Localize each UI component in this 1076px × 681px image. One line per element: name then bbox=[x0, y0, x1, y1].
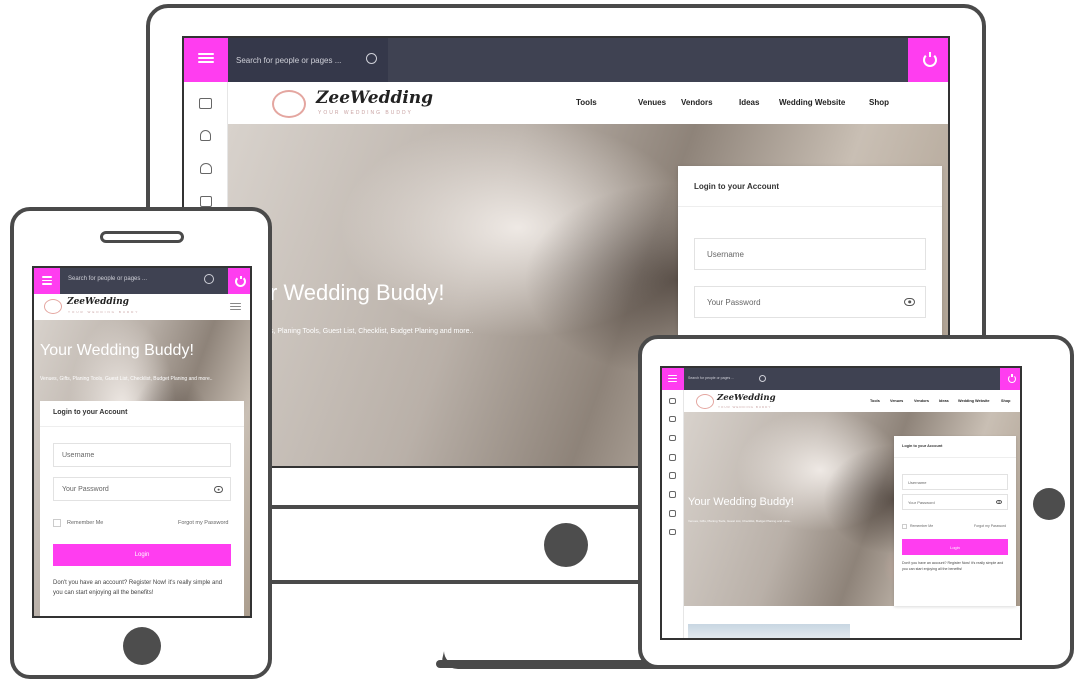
phone-logout-button[interactable] bbox=[228, 268, 250, 294]
password-input[interactable]: Your Password bbox=[53, 477, 231, 501]
logo-rings-icon bbox=[44, 299, 62, 314]
hero-title: r Wedding Buddy! bbox=[270, 280, 445, 305]
logout-button[interactable] bbox=[908, 38, 948, 82]
phone-menu-button[interactable] bbox=[34, 268, 60, 294]
site-header: ZeeWedding YOUR WEDDING BUDDY Tools Venu… bbox=[228, 82, 948, 124]
calendar-icon[interactable] bbox=[669, 472, 676, 479]
monitor-power-button[interactable] bbox=[544, 523, 588, 567]
tablet-content-preview bbox=[688, 624, 850, 638]
phone-search-input[interactable]: Search for people or pages ... bbox=[68, 276, 147, 282]
power-icon bbox=[235, 276, 246, 287]
main-nav: Tools Venues Vendors Ideas Wedding Websi… bbox=[576, 98, 889, 107]
power-icon bbox=[923, 53, 937, 67]
tablet-home-button[interactable] bbox=[1033, 488, 1065, 520]
users-icon[interactable] bbox=[669, 435, 676, 441]
password-input[interactable]: Your Password bbox=[902, 494, 1008, 510]
hero-subtitle: s, Planing Tools, Guest List, Checklist,… bbox=[270, 328, 474, 335]
remember-checkbox[interactable] bbox=[53, 519, 61, 527]
tablet-login-card: Login to your Account Username Your Pass… bbox=[894, 436, 1016, 606]
tablet-header: ZeeWedding YOUR WEDDING BUDDY Tools Venu… bbox=[684, 390, 1020, 412]
phone-screen: Search for people or pages ... ZeeWeddin… bbox=[32, 266, 252, 618]
remember-label: Remember Me bbox=[910, 524, 934, 528]
menu-button[interactable] bbox=[184, 38, 228, 82]
logo-rings-icon bbox=[272, 90, 306, 118]
tablet-screen: Search for people or pages ... ZeeWeddin… bbox=[660, 366, 1022, 640]
logo-name[interactable]: ZeeWedding bbox=[717, 393, 776, 403]
forgot-password-link[interactable]: Forgot my Password bbox=[178, 520, 228, 526]
sidebar-icon[interactable] bbox=[669, 398, 676, 404]
logo-name[interactable]: ZeeWedding bbox=[316, 88, 433, 108]
menu-icon bbox=[198, 53, 214, 65]
login-divider bbox=[678, 206, 942, 207]
calendar-icon[interactable] bbox=[200, 196, 212, 207]
login-divider bbox=[40, 426, 244, 427]
username-input[interactable]: Username bbox=[694, 238, 926, 270]
nav-vendors[interactable]: Vendors bbox=[914, 399, 939, 403]
logo-tagline: YOUR WEDDING BUDDY bbox=[718, 405, 772, 409]
remember-label: Remember Me bbox=[67, 520, 104, 526]
tablet-nav: Tools Venues Vendors Ideas Wedding Websi… bbox=[870, 399, 1011, 403]
login-divider bbox=[894, 457, 1016, 458]
password-input[interactable]: Your Password bbox=[694, 286, 926, 318]
tablet-sidebar bbox=[662, 390, 684, 638]
tablet-menu-button[interactable] bbox=[662, 368, 684, 390]
login-title: Login to your Account bbox=[53, 409, 128, 416]
eye-icon[interactable] bbox=[996, 500, 1002, 504]
eye-icon[interactable] bbox=[214, 486, 223, 493]
phone-home-button[interactable] bbox=[123, 627, 161, 665]
menu-icon bbox=[42, 276, 52, 287]
phone-hero-title: Your Wedding Buddy! bbox=[40, 342, 194, 359]
search-icon[interactable] bbox=[366, 53, 377, 64]
login-title: Login to your Account bbox=[902, 444, 943, 448]
eye-icon[interactable] bbox=[904, 298, 915, 306]
login-button[interactable]: Login bbox=[902, 539, 1008, 555]
list-icon[interactable] bbox=[669, 491, 676, 498]
username-input[interactable]: Username bbox=[53, 443, 231, 467]
nav-shop[interactable]: Shop bbox=[1001, 399, 1011, 403]
phone-hero-subtitle: Venues, Gifts, Planing Tools, Guest List… bbox=[40, 376, 213, 382]
tablet-search-input[interactable]: Search for people or pages ... bbox=[688, 376, 734, 380]
search-input[interactable]: Search for people or pages ... bbox=[228, 38, 388, 82]
search-icon[interactable] bbox=[759, 375, 766, 382]
nav-ideas[interactable]: Ideas bbox=[939, 399, 958, 403]
user-icon[interactable] bbox=[200, 130, 211, 141]
phone-speaker bbox=[100, 231, 184, 243]
card-icon[interactable] bbox=[669, 529, 676, 535]
nav-tools[interactable]: Tools bbox=[870, 399, 890, 403]
logo-tagline: YOUR WEDDING BUDDY bbox=[68, 310, 140, 314]
logo-tagline: YOUR WEDDING BUDDY bbox=[318, 110, 413, 116]
nav-venues[interactable]: Venues bbox=[638, 98, 681, 107]
phone-login-card: Login to your Account Username Your Pass… bbox=[40, 401, 244, 616]
sidebar-icon[interactable] bbox=[199, 98, 212, 109]
nav-wedding-website[interactable]: Wedding Website bbox=[958, 399, 1001, 403]
register-text[interactable]: Don't you have an account? Register Now!… bbox=[902, 561, 1008, 572]
login-title: Login to your Account bbox=[694, 182, 780, 191]
remember-checkbox[interactable] bbox=[902, 524, 907, 529]
hamburger-icon[interactable] bbox=[230, 303, 241, 312]
tablet-hero-title: Your Wedding Buddy! bbox=[688, 496, 794, 508]
nav-ideas[interactable]: Ideas bbox=[739, 98, 779, 107]
bag-icon[interactable] bbox=[669, 510, 676, 517]
logo-name[interactable]: ZeeWedding bbox=[67, 297, 129, 307]
nav-vendors[interactable]: Vendors bbox=[681, 98, 739, 107]
search-icon[interactable] bbox=[204, 274, 214, 284]
username-input[interactable]: Username bbox=[902, 474, 1008, 490]
nav-tools[interactable]: Tools bbox=[576, 98, 638, 107]
forgot-password-link[interactable]: Forgot my Password bbox=[974, 524, 1006, 528]
register-text[interactable]: Don't you have an account? Register Now!… bbox=[53, 578, 233, 598]
nav-shop[interactable]: Shop bbox=[869, 98, 889, 107]
tablet-hero-subtitle: Venues, Gifts, Planing Tools, Guest List… bbox=[688, 519, 792, 523]
document-icon[interactable] bbox=[669, 454, 676, 461]
users-icon[interactable] bbox=[200, 163, 212, 174]
login-button[interactable]: Login bbox=[53, 544, 231, 566]
phone-header: ZeeWedding YOUR WEDDING BUDDY bbox=[34, 294, 250, 320]
user-icon[interactable] bbox=[669, 416, 676, 422]
menu-icon bbox=[668, 375, 677, 384]
tablet-logout-button[interactable] bbox=[1000, 368, 1020, 390]
logo-rings-icon bbox=[696, 394, 714, 409]
nav-venues[interactable]: Venues bbox=[890, 399, 914, 403]
nav-wedding-website[interactable]: Wedding Website bbox=[779, 98, 869, 107]
power-icon bbox=[1008, 375, 1016, 383]
